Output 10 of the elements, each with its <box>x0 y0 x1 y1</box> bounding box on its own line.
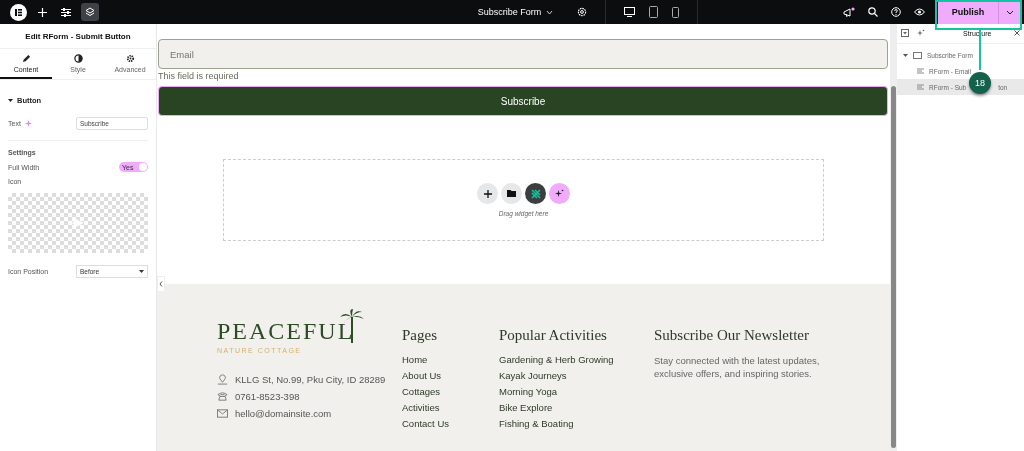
column-heading: Pages <box>402 327 438 344</box>
error-message: This field is required <box>158 71 240 81</box>
contact-text: KLLG St, No.99, Pku City, ID 28289 <box>235 374 386 385</box>
column-heading: Popular Activities <box>499 327 608 344</box>
contact-text: hello@domainsite.com <box>235 408 332 419</box>
newsletter-text: Stay connected with the latest updates, exclusive offers, and inspiring stories. <box>654 354 821 381</box>
contact-text: 0761-8523-398 <box>235 391 300 402</box>
brand-logo: PEACEFUL <box>217 319 355 343</box>
column-heading: Subscribe Our Newsletter <box>654 327 810 344</box>
panel-title: Edit RForm - Submit Button <box>0 24 156 49</box>
